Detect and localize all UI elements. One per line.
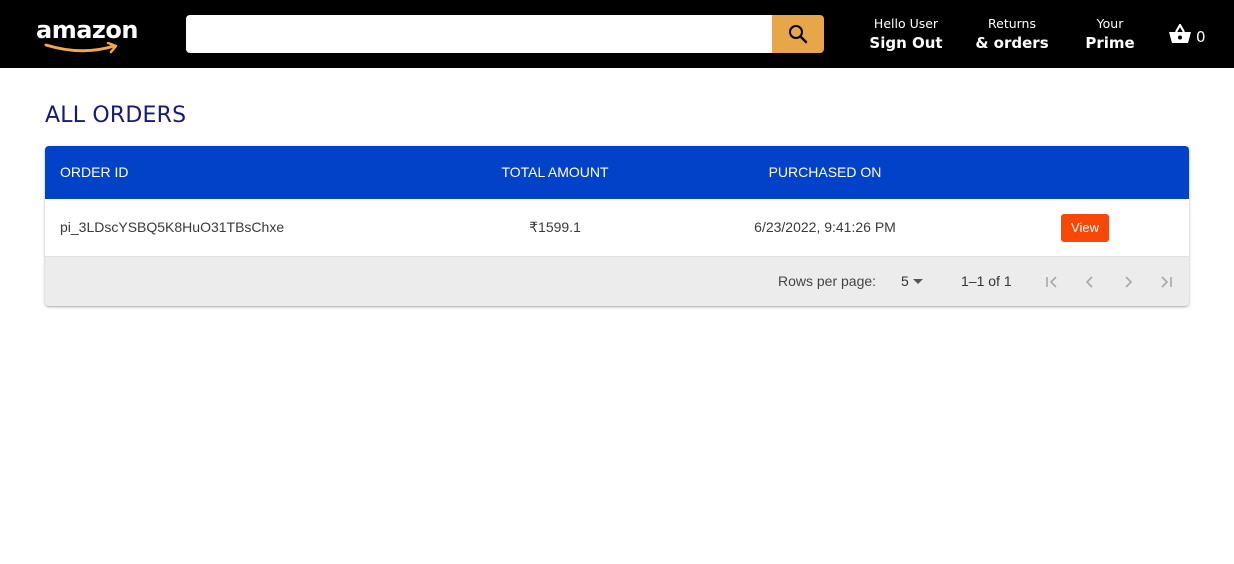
page-title: ALL ORDERS <box>45 103 187 128</box>
prime-text: Prime <box>1085 34 1135 52</box>
orders-text: & orders <box>975 34 1049 52</box>
greeting-text: Hello User <box>873 16 939 31</box>
column-header-purchased-on: PURCHASED ON <box>768 164 882 180</box>
table-pagination: Rows per page: 5 1–1 of 1 <box>45 257 1189 306</box>
search-button[interactable] <box>772 15 824 53</box>
next-page-button[interactable] <box>1115 269 1141 295</box>
chevron-right-icon <box>1125 276 1133 288</box>
rows-per-page-select[interactable]: 5 <box>901 257 923 306</box>
column-header-total-amount: TOTAL AMOUNT <box>501 164 609 180</box>
returns-text: Returns <box>988 16 1036 31</box>
nav-sign-out[interactable]: Hello User Sign Out <box>866 16 946 54</box>
column-header-order-id: ORDER ID <box>60 164 129 180</box>
search-icon <box>789 25 808 44</box>
last-page-button[interactable] <box>1153 269 1179 295</box>
logo-smile-icon <box>44 42 118 54</box>
rows-per-page-label: Rows per page: <box>778 273 877 289</box>
table-header: ORDER ID TOTAL AMOUNT PURCHASED ON <box>45 146 1189 199</box>
search-bar <box>186 15 824 53</box>
view-order-button[interactable]: View <box>1061 214 1109 242</box>
nav-returns-orders[interactable]: Returns & orders <box>974 16 1050 54</box>
total-amount-cell: ₹1599.1 <box>529 219 581 235</box>
logo-text: amazon <box>36 16 138 44</box>
purchased-on-cell: 6/23/2022, 9:41:26 PM <box>754 219 896 235</box>
header-bar: amazon Hello User Sign Out Returns & ord… <box>0 0 1234 68</box>
previous-page-button[interactable] <box>1077 269 1103 295</box>
basket-button[interactable]: 0 <box>1168 20 1206 48</box>
last-page-icon <box>1161 276 1172 288</box>
basket-icon <box>1169 23 1191 43</box>
your-text: Your <box>1096 16 1124 31</box>
chevron-left-icon <box>1085 276 1093 288</box>
rows-per-page-value: 5 <box>901 273 909 289</box>
page-range-text: 1–1 of 1 <box>961 273 1012 289</box>
search-input[interactable] <box>186 15 772 53</box>
table-row: pi_3LDscYSBQ5K8HuO31TBsChxe ₹1599.1 6/23… <box>45 199 1189 257</box>
orders-table: ORDER ID TOTAL AMOUNT PURCHASED ON pi_3L… <box>45 146 1189 306</box>
order-id-cell: pi_3LDscYSBQ5K8HuO31TBsChxe <box>60 219 285 235</box>
basket-count: 0 <box>1196 28 1206 46</box>
first-page-button[interactable] <box>1039 269 1065 295</box>
first-page-icon <box>1046 276 1057 288</box>
caret-down-icon <box>912 279 923 284</box>
nav-your-prime[interactable]: Your Prime <box>1080 16 1140 54</box>
sign-out-text: Sign Out <box>869 34 943 52</box>
amazon-logo[interactable]: amazon <box>34 14 138 54</box>
